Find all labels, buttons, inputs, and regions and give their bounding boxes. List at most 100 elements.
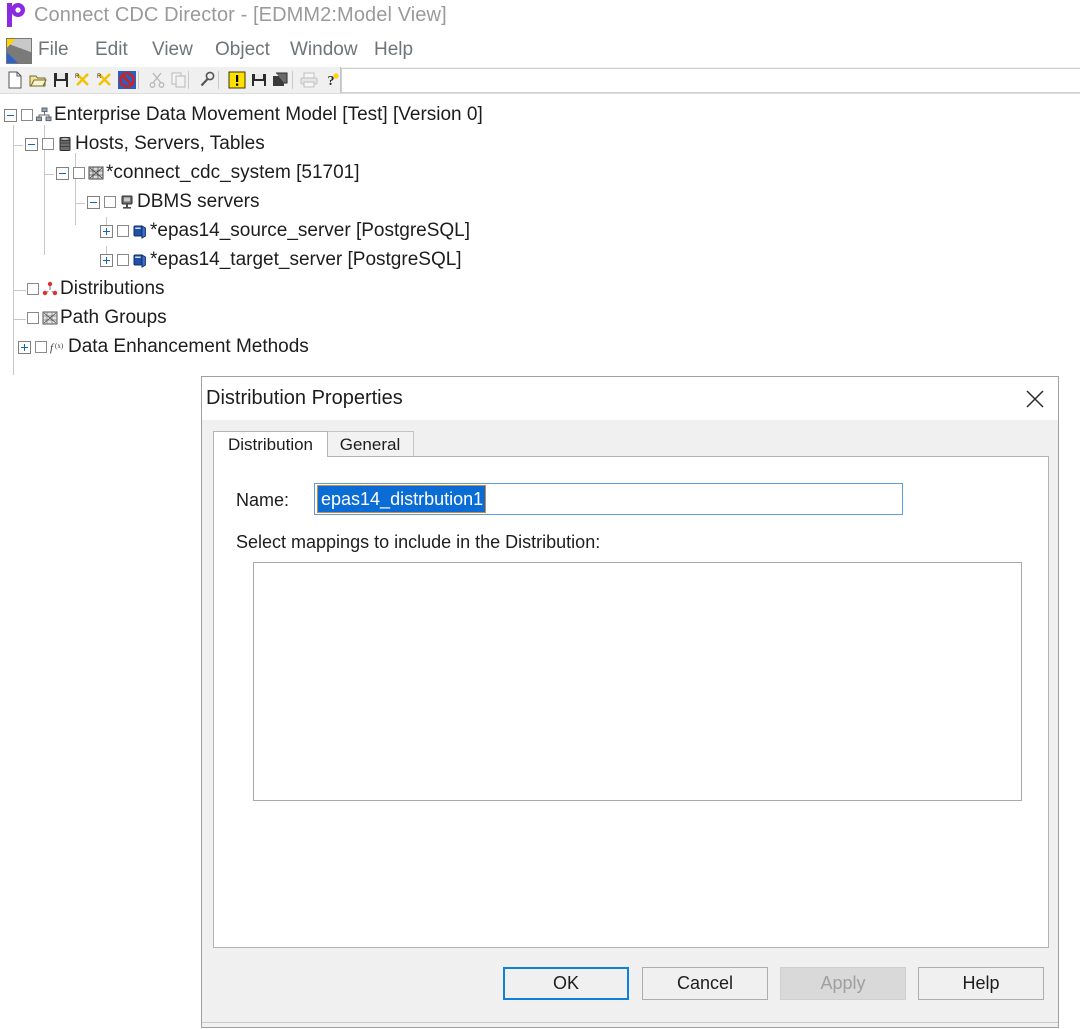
toolbar-separator [138, 71, 139, 89]
function-fx-icon: f(x) [50, 339, 66, 355]
tree-label: *epas14_source_server [PostgreSQL] [150, 216, 470, 245]
cancel-button-label: Cancel [677, 973, 733, 994]
database-stack-icon [57, 136, 73, 152]
tree-label: Hosts, Servers, Tables [75, 129, 265, 158]
toolbar-button-strip: R R [0, 67, 341, 93]
tree-expander-minus[interactable] [87, 196, 100, 209]
dbms-server-icon [132, 223, 148, 239]
model-document-icon [6, 38, 32, 64]
svg-text:(x): (x) [55, 342, 64, 350]
properties-wrench-icon[interactable] [198, 71, 216, 89]
distributions-triangle-icon [42, 281, 58, 297]
menu-file[interactable]: File [38, 39, 69, 61]
tree-connector [14, 290, 26, 291]
help-button[interactable]: Help [918, 967, 1044, 1000]
alert-exclamation-icon[interactable] [228, 71, 246, 89]
dialog-titlebar: Distribution Properties [202, 377, 1058, 420]
copy-icon [170, 71, 188, 89]
name-label: Name: [236, 490, 289, 511]
tree-label: Path Groups [60, 303, 167, 332]
tree-expander-minus[interactable] [4, 109, 17, 122]
dialog-bottom-rule [202, 1022, 1058, 1027]
name-input-value: epas14_distrbution1 [318, 486, 485, 512]
check-model-alt-icon[interactable]: R [96, 71, 114, 89]
tree-checkbox[interactable] [73, 167, 85, 179]
tab-distribution[interactable]: Distribution [213, 431, 328, 457]
tree-checkbox[interactable] [27, 312, 39, 324]
toolbar-separator [292, 71, 293, 89]
tree-checkbox[interactable] [104, 196, 116, 208]
ok-button[interactable]: OK [503, 967, 629, 1000]
toolbar-separator [218, 71, 219, 89]
menu-object[interactable]: Object [215, 39, 270, 61]
apply-button: Apply [780, 967, 906, 1000]
package-icon[interactable] [272, 71, 290, 89]
tree-expander-plus[interactable] [100, 225, 113, 238]
application-titlebar: Connect CDC Director - [EDMM2:Model View… [0, 0, 1080, 34]
dialog-title: Distribution Properties [206, 387, 403, 410]
svg-text:R: R [97, 74, 102, 80]
window-title: Connect CDC Director - [EDMM2:Model View… [34, 4, 447, 27]
menu-window[interactable]: Window [290, 39, 358, 61]
tree-label: Data Enhancement Methods [68, 332, 309, 361]
toolbar-empty-area [341, 68, 1080, 93]
tab-distribution-label: Distribution [228, 435, 313, 455]
stop-prohibited-icon[interactable] [118, 71, 136, 89]
save-all-icon[interactable] [250, 71, 268, 89]
tab-general[interactable]: General [326, 431, 414, 457]
model-tree-view[interactable]: Enterprise Data Movement Model [Test] [V… [0, 95, 1080, 365]
select-mappings-label: Select mappings to include in the Distri… [236, 532, 600, 553]
tree-connector [14, 145, 23, 146]
tree-expander-plus[interactable] [18, 341, 31, 354]
model-network-icon [36, 107, 52, 123]
tree-connector [76, 203, 85, 204]
tree-expander-plus[interactable] [100, 254, 113, 267]
tree-connector [13, 125, 14, 375]
help-button-label: Help [962, 973, 999, 994]
save-icon[interactable] [52, 71, 70, 89]
tree-label: DBMS servers [137, 187, 259, 216]
tree-checkbox[interactable] [42, 138, 54, 150]
tree-checkbox[interactable] [117, 225, 129, 237]
apply-button-label: Apply [820, 973, 865, 994]
tree-label: Distributions [60, 274, 165, 303]
ok-button-label: OK [553, 973, 579, 994]
open-folder-icon[interactable] [29, 71, 47, 89]
menu-edit[interactable]: Edit [95, 39, 128, 61]
check-model-icon[interactable]: R [74, 71, 92, 89]
toolbar-separator [188, 71, 189, 89]
print-icon [300, 71, 318, 89]
tree-checkbox[interactable] [35, 341, 47, 353]
tree-label: Enterprise Data Movement Model [Test] [V… [54, 100, 483, 129]
path-groups-icon [42, 310, 58, 326]
precisely-p-logo-icon [6, 3, 30, 29]
svg-text:R: R [75, 74, 80, 80]
cut-icon [148, 71, 166, 89]
dbms-server-icon [132, 252, 148, 268]
tree-expander-minus[interactable] [56, 167, 69, 180]
help-question-icon[interactable]: ? [324, 71, 342, 89]
close-x-icon[interactable] [1012, 377, 1058, 420]
menubar: File Edit View Object Window Help [0, 34, 1080, 67]
tree-checkbox[interactable] [27, 283, 39, 295]
distribution-tab-panel: Name: epas14_distrbution1 Select mapping… [213, 456, 1049, 948]
mapping-listbox[interactable] [253, 562, 1022, 801]
tree-expander-minus[interactable] [25, 138, 38, 151]
menu-help[interactable]: Help [374, 39, 413, 61]
toolbar: R R [0, 67, 1080, 94]
tab-general-label: General [340, 435, 400, 455]
tree-connector [45, 174, 54, 175]
system-grid-icon [88, 165, 104, 181]
menu-view[interactable]: View [152, 39, 193, 61]
distribution-properties-dialog: Distribution Properties Distribution Gen… [201, 376, 1059, 1028]
server-monitor-icon [119, 194, 135, 210]
cancel-button[interactable]: Cancel [642, 967, 768, 1000]
tree-connector [14, 319, 26, 320]
tree-label: *connect_cdc_system [51701] [106, 158, 360, 187]
tree-checkbox[interactable] [21, 109, 33, 121]
new-icon[interactable] [6, 71, 24, 89]
tree-checkbox[interactable] [117, 254, 129, 266]
dialog-tabstrip: Distribution General [213, 431, 1049, 457]
name-input[interactable]: epas14_distrbution1 [314, 483, 903, 515]
tree-connector [75, 153, 76, 225]
